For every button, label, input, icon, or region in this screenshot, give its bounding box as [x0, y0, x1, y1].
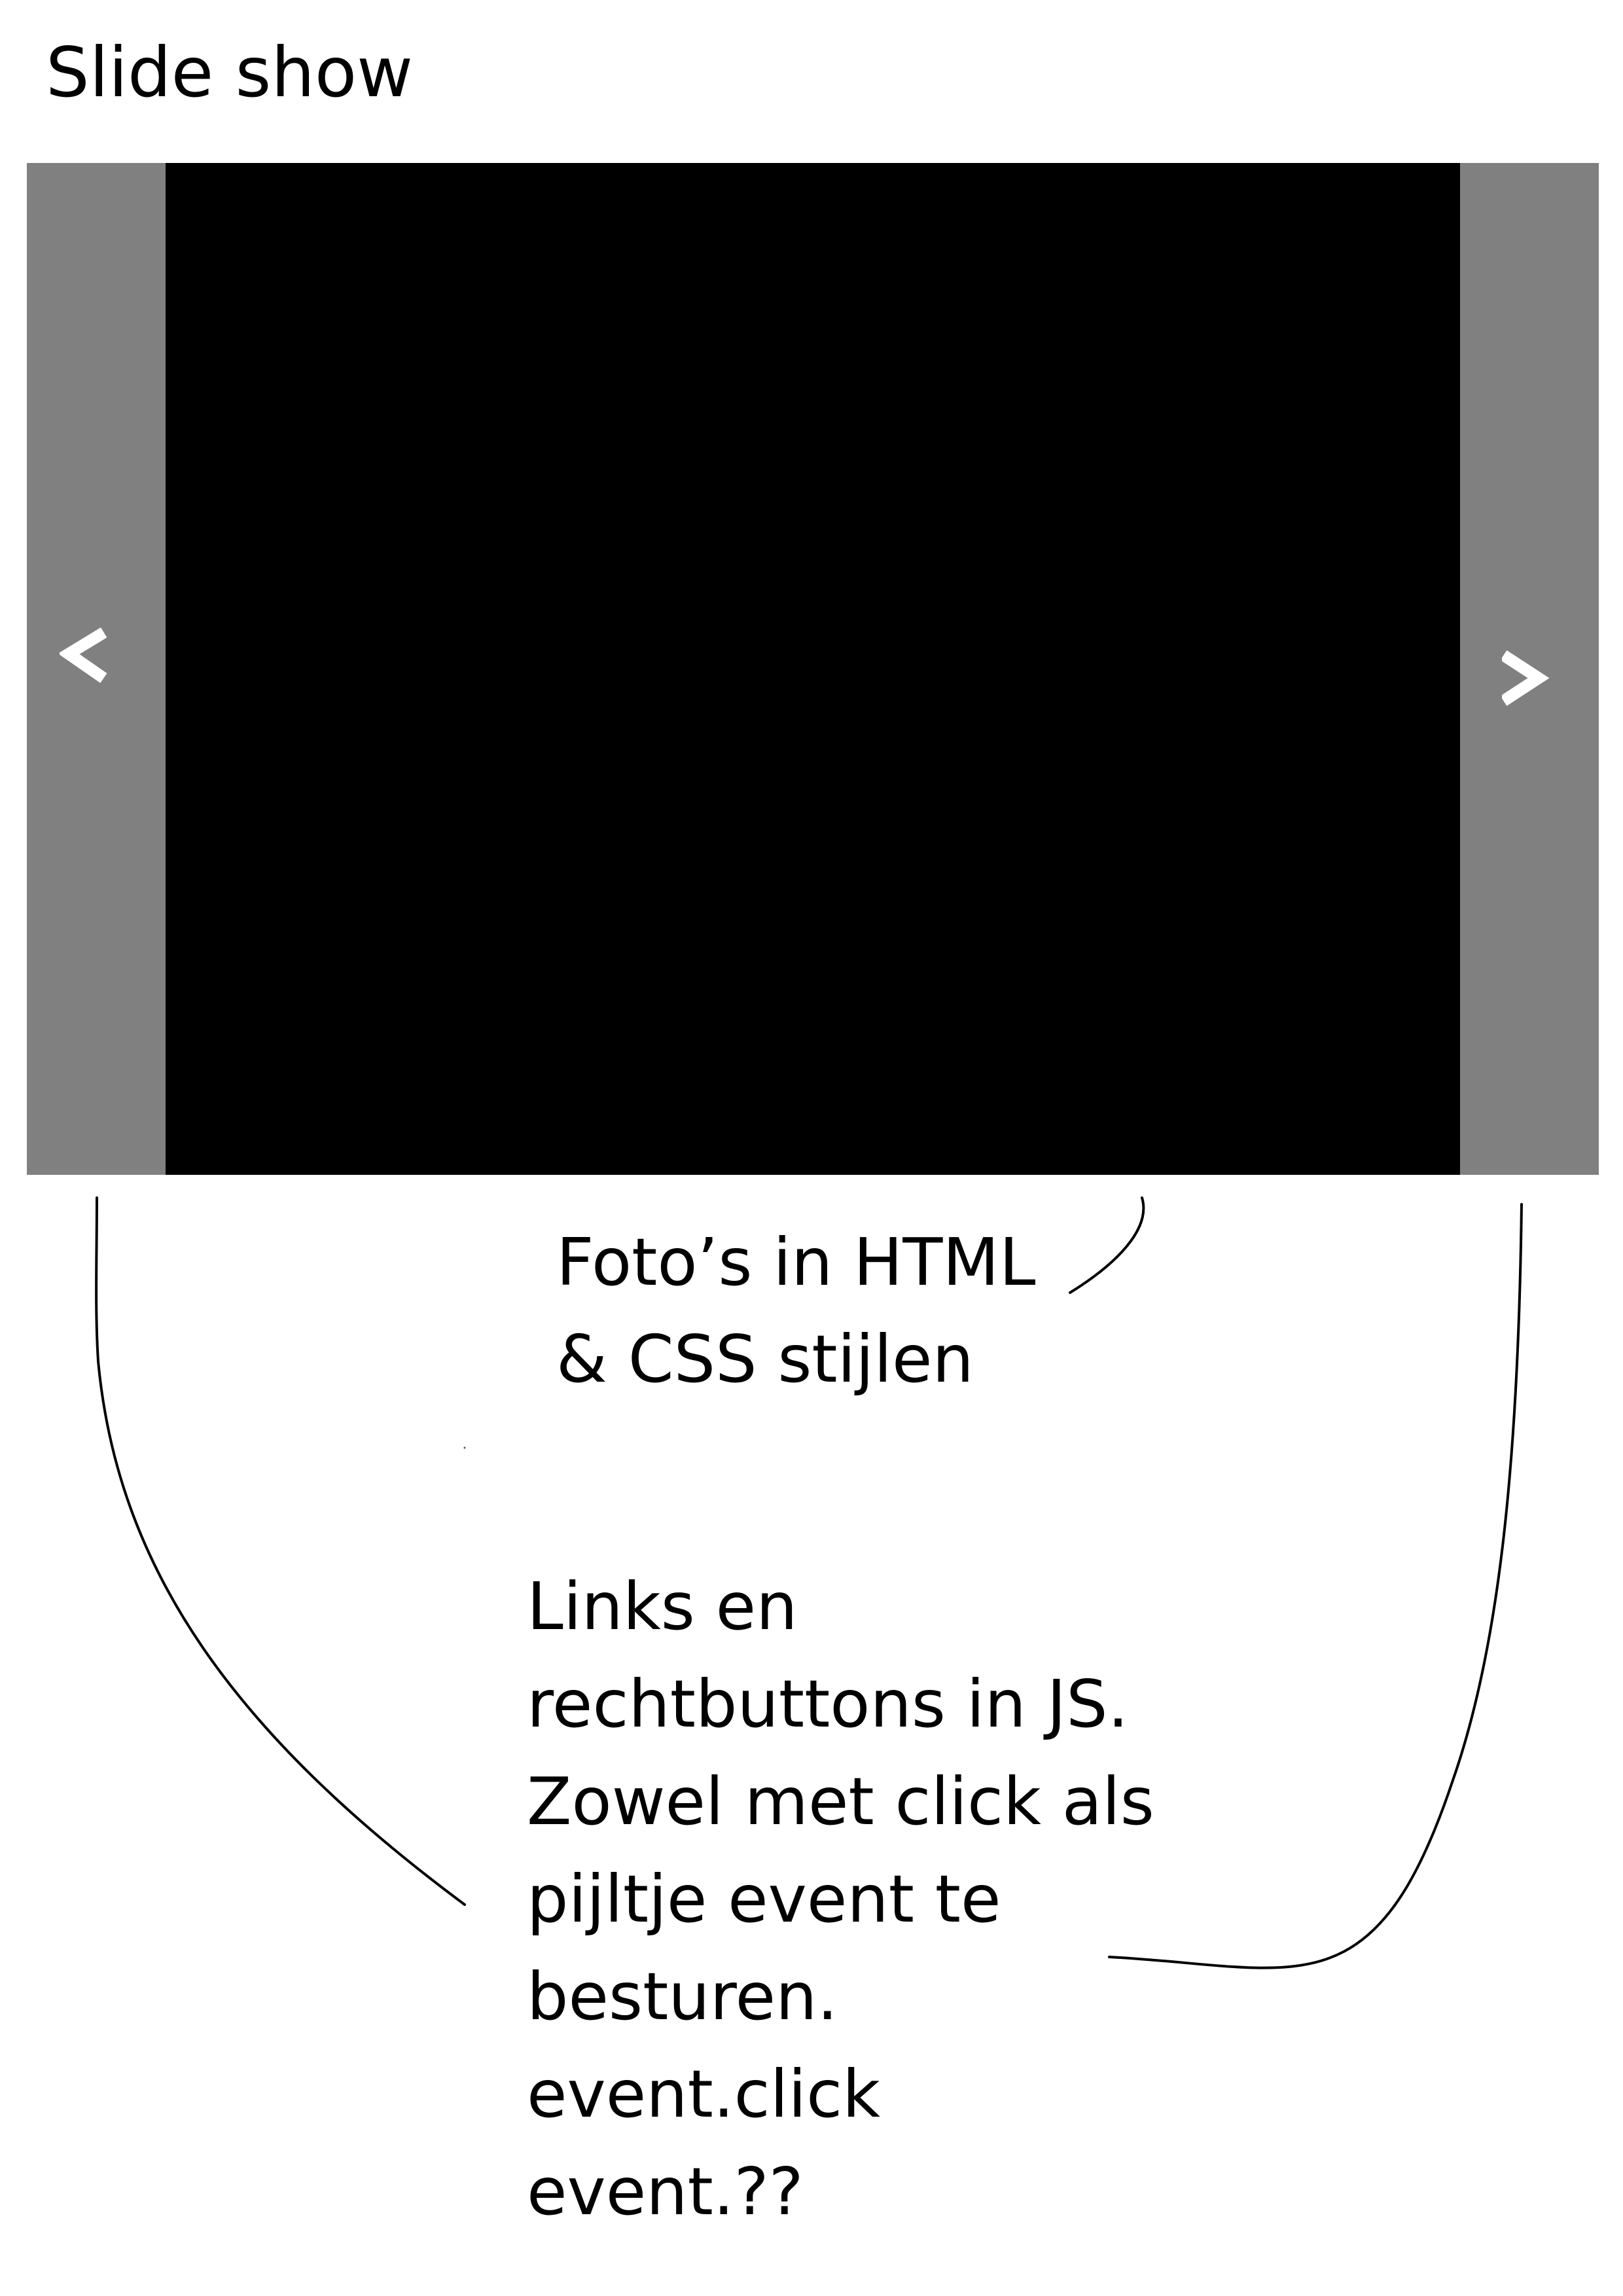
page-title: Slide show — [46, 33, 413, 113]
note-line: Links en — [527, 1568, 798, 1645]
note-photos-html-css: Foto’s in HTML & CSS stijlen — [556, 1214, 1035, 1408]
right-button-connector-line — [1108, 1203, 1523, 1969]
note-line: event.click — [527, 2056, 881, 2132]
next-button[interactable] — [1460, 163, 1599, 1175]
stray-pen-mark — [463, 1446, 466, 1449]
previous-button[interactable] — [27, 163, 166, 1175]
note-js-buttons: Links en rechtbuttons in JS. Zowel met c… — [527, 1558, 1154, 2240]
note-line: pijltje event te — [527, 1861, 1001, 1937]
chevron-right-icon — [1502, 651, 1550, 706]
note-line: Zowel met click als — [527, 1763, 1154, 1840]
note-line: & CSS stijlen — [556, 1321, 974, 1397]
note-line: besturen. — [527, 1958, 838, 2035]
note-line: Foto’s in HTML — [556, 1224, 1036, 1300]
chevron-left-icon — [60, 628, 107, 683]
photo-area — [166, 163, 1460, 1175]
left-button-connector-line — [95, 1196, 466, 1906]
note-line: event.?? — [527, 2153, 804, 2230]
slideshow-mockup — [27, 163, 1599, 1175]
note-line: rechtbuttons in JS. — [527, 1666, 1129, 1742]
photo-note-connector-line — [1069, 1196, 1145, 1294]
